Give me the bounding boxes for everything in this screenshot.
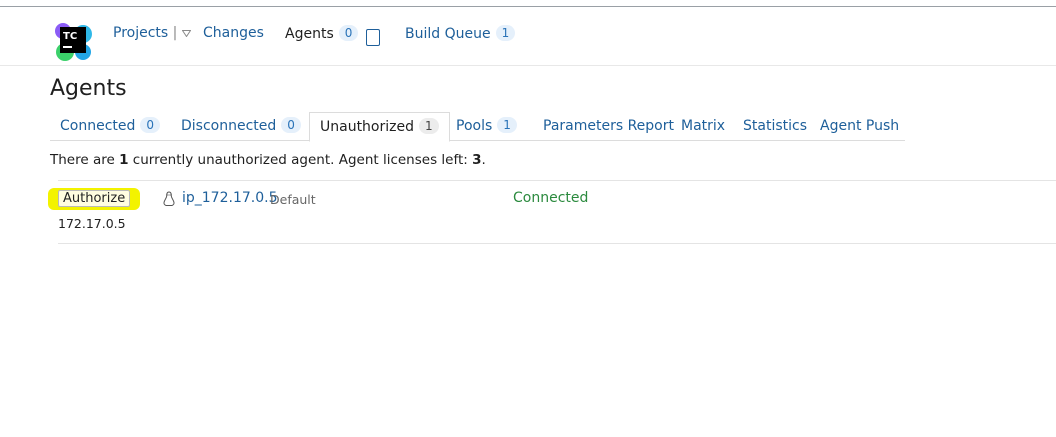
authorize-button[interactable]: Authorize [58, 190, 131, 207]
agent-ip: 172.17.0.5 [58, 216, 126, 231]
tab-unauthorized[interactable]: Unauthorized 1 [309, 112, 450, 142]
teamcity-logo-icon[interactable]: TC [53, 22, 93, 62]
nav-build-queue-counter: 1 [495, 25, 516, 41]
info-text-1: There are [50, 152, 120, 168]
agents-device-icon[interactable] [366, 29, 380, 46]
agent-status: Connected [513, 190, 589, 206]
tab-disconnected-label[interactable]: Disconnected [181, 118, 276, 134]
top-header: TC Projects | Changes Agents 0 Build Queu… [0, 7, 1056, 66]
tab-agent-push[interactable]: Agent Push [820, 112, 899, 140]
nav-build-queue[interactable]: Build Queue 1 [405, 25, 516, 42]
nav-build-queue-link[interactable]: Build Queue [405, 26, 491, 42]
tab-connected[interactable]: Connected 0 [60, 112, 161, 140]
nav-projects[interactable]: Projects | [113, 25, 192, 41]
info-licenses: 3 [472, 152, 482, 168]
agent-name-link[interactable]: ip_172.17.0.5 [182, 190, 277, 206]
info-text-2: currently unauthorized agent. Agent lice… [128, 152, 473, 168]
page-title: Agents [50, 76, 127, 101]
agents-tabs: Connected 0 Disconnected 0 Unauthorized 1 P… [50, 112, 905, 142]
nav-agents[interactable]: Agents 0 [285, 25, 359, 42]
tab-matrix[interactable]: Matrix [681, 112, 725, 140]
tab-pools-counter: 1 [497, 117, 517, 133]
row-divider-top [58, 180, 1056, 181]
info-count: 1 [119, 152, 129, 168]
tab-disconnected[interactable]: Disconnected 0 [181, 112, 301, 140]
tab-connected-label[interactable]: Connected [60, 118, 135, 134]
tab-pools[interactable]: Pools 1 [456, 112, 517, 140]
agent-pool: Default [270, 192, 316, 207]
tab-disconnected-counter: 0 [281, 117, 301, 133]
tab-unauthorized-counter: 1 [419, 118, 439, 134]
logo-text: TC [63, 31, 77, 42]
tab-parameters-report[interactable]: Parameters Report [543, 112, 674, 140]
linux-icon [163, 191, 175, 206]
tab-unauthorized-label[interactable]: Unauthorized [320, 119, 414, 135]
authorize-highlight[interactable]: Authorize [48, 188, 140, 210]
chevron-down-icon[interactable] [181, 30, 192, 38]
info-text-3: . [481, 152, 486, 168]
nav-changes[interactable]: Changes [203, 25, 264, 41]
tab-connected-counter: 0 [140, 117, 161, 133]
nav-separator: | [172, 25, 178, 41]
tab-statistics[interactable]: Statistics [743, 112, 807, 140]
nav-projects-link[interactable]: Projects [113, 25, 168, 41]
unauthorized-info: There are 1 currently unauthorized agent… [50, 152, 486, 168]
nav-agents-counter: 0 [338, 25, 359, 41]
row-divider-bottom [58, 243, 1056, 244]
nav-agents-label[interactable]: Agents [285, 26, 334, 42]
tab-pools-label[interactable]: Pools [456, 118, 492, 134]
nav-changes-link[interactable]: Changes [203, 25, 264, 41]
